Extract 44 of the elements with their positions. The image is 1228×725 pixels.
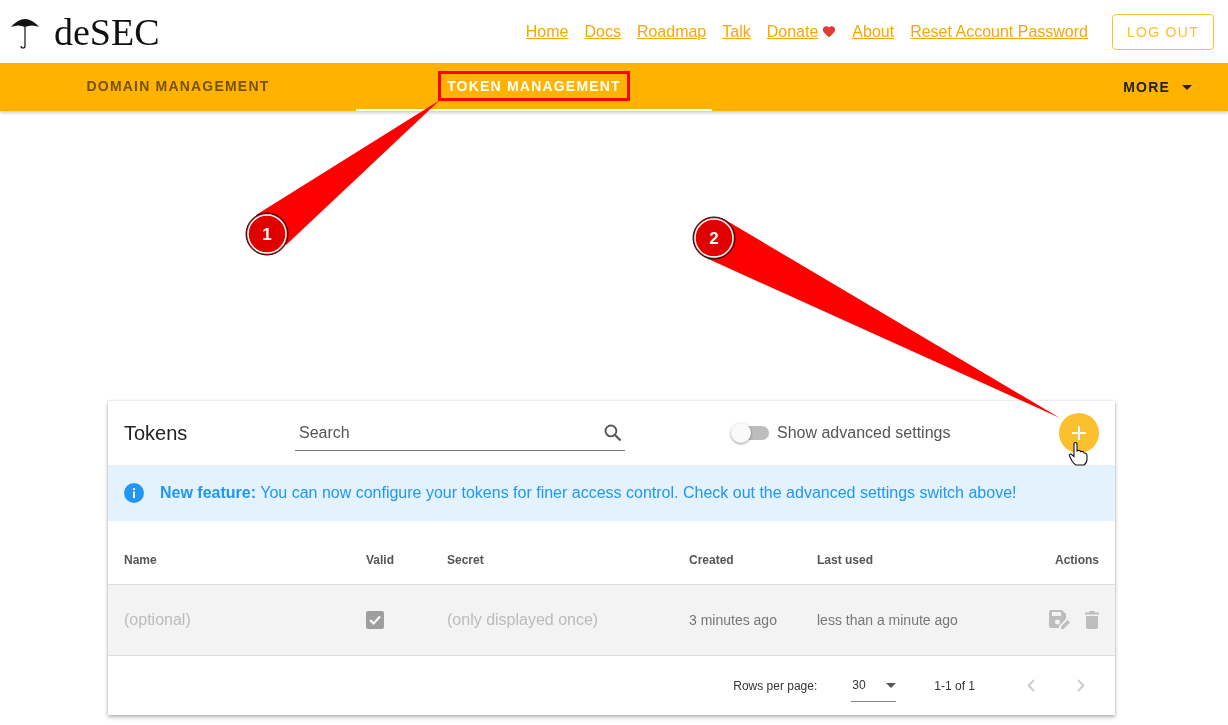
info-icon xyxy=(124,483,144,503)
save-edit-icon[interactable] xyxy=(1049,610,1071,630)
logout-button[interactable]: LOG OUT xyxy=(1112,13,1214,50)
delete-icon[interactable] xyxy=(1085,611,1099,629)
valid-checkbox[interactable] xyxy=(366,611,384,629)
table-cell-text: 3 minutes ago xyxy=(689,612,778,628)
chevron-right-icon xyxy=(1077,679,1085,692)
column-header: Name xyxy=(124,552,157,567)
column-header: Actions xyxy=(1055,552,1099,567)
column-header: Created xyxy=(689,552,734,567)
hand-cursor-icon xyxy=(1068,442,1088,466)
tab[interactable]: TOKEN MANAGEMENT xyxy=(356,63,712,111)
nav-link[interactable]: Talk xyxy=(722,22,751,41)
rows-per-page-label: Rows per page: xyxy=(733,678,818,693)
table-cell-text: less than a minute ago xyxy=(817,612,959,628)
nav-link[interactable]: Reset Account Password xyxy=(910,22,1088,41)
plus-icon xyxy=(1072,426,1086,440)
add-button[interactable] xyxy=(1059,413,1099,453)
nav-link[interactable]: About xyxy=(852,22,895,41)
column-header: Secret xyxy=(447,552,484,567)
search-icon xyxy=(603,422,623,443)
brand-name: deSEC xyxy=(54,9,160,54)
notice-text: New feature: You can now configure your tokens for finer access control. Check out the advanced settings switch above! xyxy=(160,484,1017,502)
heart-icon xyxy=(822,25,837,38)
page-range: 1-1 of 1 xyxy=(934,678,975,693)
card-title: Tokens xyxy=(124,421,189,445)
column-header: Valid xyxy=(366,552,394,567)
nav-link[interactable]: Donate xyxy=(766,22,837,41)
toggle-switch[interactable] xyxy=(733,426,769,440)
name-field[interactable]: (optional) xyxy=(124,611,366,629)
nav-link[interactable]: Docs xyxy=(584,22,621,41)
callout: 1 xyxy=(245,100,440,256)
secret-field: (only displayed once) xyxy=(447,611,689,629)
toggle-label: Show advanced settings xyxy=(777,424,951,442)
search-field[interactable]: Search xyxy=(297,422,603,443)
rows-per-page-select[interactable]: 30 xyxy=(851,669,897,702)
caret-icon xyxy=(1182,84,1192,90)
caret-icon xyxy=(886,682,897,688)
nav-link[interactable]: Roadmap xyxy=(636,22,707,41)
column-header: Last used xyxy=(817,552,873,567)
more-menu-button[interactable]: MORE xyxy=(1117,63,1198,111)
checkmark-icon xyxy=(369,615,381,625)
chevron-left-icon xyxy=(1027,679,1035,692)
nav-link[interactable]: Home xyxy=(525,22,569,41)
